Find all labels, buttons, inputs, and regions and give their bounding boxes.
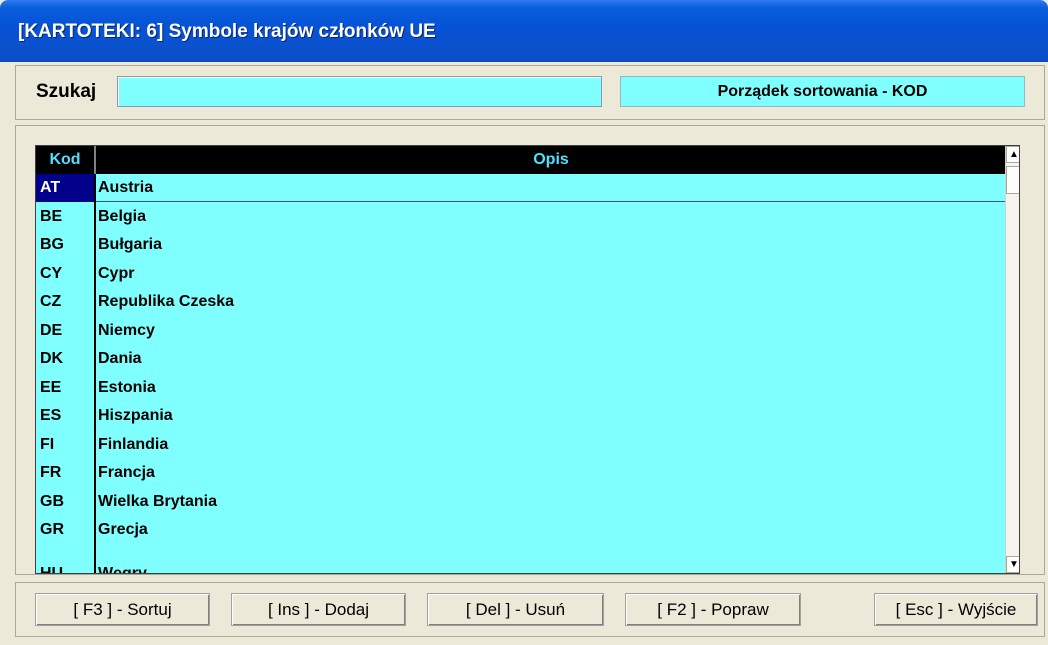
title-bar[interactable]: [KARTOTEKI: 6] Symbole krajów członków U… [0,0,1048,62]
app-window: [KARTOTEKI: 6] Symbole krajów członków U… [0,0,1048,645]
cell-opis: Francja [98,464,155,481]
cell-opis: Niemcy [98,321,155,339]
cell-opis: Hiszpania [98,407,173,424]
cell-kod: GB [40,492,64,510]
arrow-down-icon: ▼ [1009,559,1019,570]
grid-rows: AT Austria BE Belgia BG Bułgaria CY Cypr… [36,174,1006,574]
cell-opis: Grecja [98,521,148,538]
grid-header: Kod Opis [36,146,1006,174]
grid-panel: Kod Opis AT Austria BE Belgia BG Bułgari… [15,125,1045,575]
cell-opis: Finlandia [98,435,169,453]
column-header-opis[interactable]: Opis [96,146,1006,174]
add-button[interactable]: [ Ins ] - Dodaj [231,593,406,626]
delete-button[interactable]: [ Del ] - Usuń [427,593,604,626]
cell-opis: Austria [98,179,154,196]
column-header-kod[interactable]: Kod [36,146,94,174]
sort-button[interactable]: [ F3 ] - Sortuj [35,593,210,626]
table-row[interactable]: DE Niemcy [36,317,1006,345]
scroll-up-button[interactable]: ▲ [1006,146,1019,163]
cell-kod: DK [40,350,64,367]
sort-status: Porządek sortowania - KOD [620,76,1025,107]
table-row[interactable]: AT Austria [36,174,1006,202]
cell-kod: CY [40,264,63,282]
table-row[interactable]: HU Węgry [36,560,1006,574]
cell-opis: Republika Czeska [98,293,235,310]
table-row[interactable]: CY Cypr [36,260,1006,288]
table-row[interactable]: GB Wielka Brytania [36,488,1006,516]
table-row[interactable]: BE Belgia [36,203,1006,231]
column-separator [94,174,96,573]
scroll-down-button[interactable]: ▼ [1006,556,1019,573]
scroll-thumb[interactable] [1006,166,1019,194]
cell-opis: Bułgaria [98,236,163,253]
table-row[interactable]: ES Hiszpania [36,402,1006,430]
cell-opis: Estonia [98,378,156,396]
table-row[interactable]: CZ Republika Czeska [36,288,1006,316]
cell-kod: AT [36,174,94,202]
vertical-scrollbar[interactable]: ▲ ▼ [1005,146,1019,573]
cell-kod: EE [40,378,62,396]
table-row[interactable]: EE Estonia [36,374,1006,402]
search-panel: Szukaj Porządek sortowania - KOD [15,65,1045,120]
cell-opis: Dania [98,350,142,367]
cell-kod: FR [40,464,62,481]
cell-kod: FI [40,435,55,453]
search-label: Szukaj [36,81,97,102]
cell-opis: Węgry [98,565,147,574]
cell-opis: Wielka Brytania [98,492,218,510]
cell-kod: CZ [40,293,62,310]
cell-kod: BG [40,236,64,253]
table-row[interactable]: FI Finlandia [36,431,1006,459]
country-grid[interactable]: Kod Opis AT Austria BE Belgia BG Bułgari… [35,145,1020,574]
cell-kod: BE [40,207,63,225]
edit-button[interactable]: [ F2 ] - Popraw [625,593,801,626]
cell-kod: DE [40,321,63,339]
button-bar: [ F3 ] - Sortuj [ Ins ] - Dodaj [ Del ] … [15,582,1045,637]
cell-opis: Belgia [98,207,147,225]
table-row[interactable]: BG Bułgaria [36,231,1006,259]
exit-button[interactable]: [ Esc ] - Wyjście [874,593,1038,626]
cell-opis: Cypr [98,264,135,282]
table-row[interactable]: DK Dania [36,345,1006,373]
window-title: [KARTOTEKI: 6] Symbole krajów członków U… [18,21,436,42]
arrow-up-icon: ▲ [1009,149,1019,160]
table-row[interactable]: FR Francja [36,459,1006,487]
cell-kod: ES [40,407,62,424]
table-row[interactable]: GR Grecja [36,516,1006,544]
cell-kod: HU [40,565,64,574]
cell-kod: GR [40,521,64,538]
search-input[interactable] [117,76,602,107]
